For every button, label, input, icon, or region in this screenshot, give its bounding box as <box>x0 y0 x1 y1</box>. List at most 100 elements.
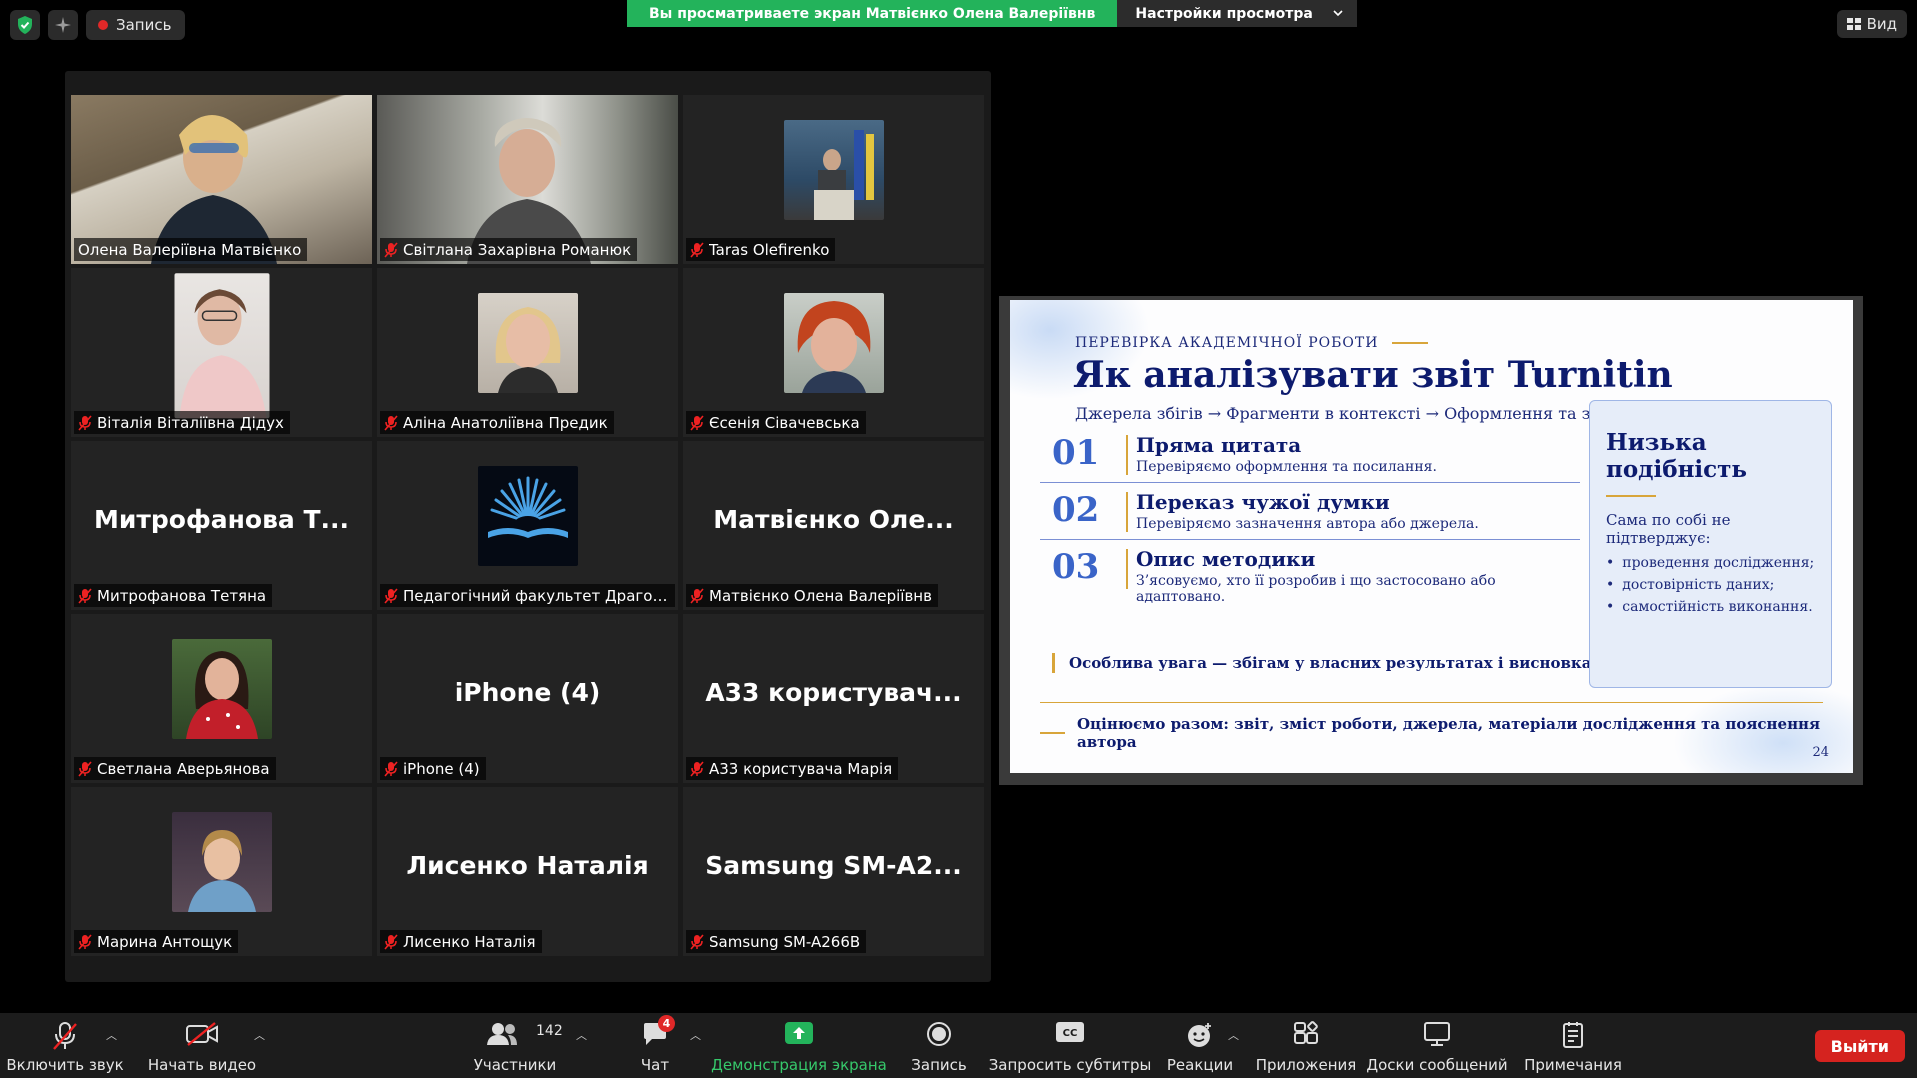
participant-photo <box>783 119 884 220</box>
participant-tile[interactable]: Світлана Захарівна Романюк <box>377 95 678 264</box>
participant-big-name: iPhone (4) <box>454 678 601 707</box>
sparkle-icon <box>55 17 71 33</box>
mic-muted-icon <box>690 414 704 431</box>
gold-divider <box>1126 435 1128 475</box>
side-box-bullet: достовірність даних; <box>1606 577 1817 593</box>
chevron-down-icon <box>1333 10 1343 17</box>
participant-photo <box>477 292 578 393</box>
start-video-button[interactable]: Начать видео <box>148 1013 256 1078</box>
record-label: Запись <box>911 1056 967 1074</box>
slide-item-description: Перевіряємо зазначення автора або джерел… <box>1136 516 1479 532</box>
view-button[interactable]: Вид <box>1836 10 1907 38</box>
share-screen-button[interactable]: Демонстрация экрана <box>711 1013 887 1078</box>
participant-tile[interactable]: Марина Антощук <box>71 787 372 956</box>
participants-button[interactable]: 142 Участники <box>470 1013 563 1078</box>
slide-item-description: Перевіряємо оформлення та посилання. <box>1136 459 1437 475</box>
participant-name: Taras Olefirenko <box>709 240 830 259</box>
mic-muted-icon <box>384 760 398 777</box>
participant-name: А33 користувача Марія <box>709 759 893 778</box>
share-banner-text: Вы просматриваете экран Матвієнко Олена … <box>627 0 1118 27</box>
ai-companion-button[interactable] <box>48 10 78 40</box>
participant-photo <box>783 292 884 393</box>
notes-button[interactable]: Примечания <box>1522 1013 1624 1078</box>
participant-name: Світлана Захарівна Романюк <box>403 240 632 259</box>
participant-tile[interactable]: Taras Olefirenko <box>683 95 984 264</box>
screen-share-banner: Вы просматриваете экран Матвієнко Олена … <box>627 0 1357 27</box>
whiteboards-label: Доски сообщений <box>1366 1056 1508 1074</box>
mic-muted-icon <box>78 414 92 431</box>
apps-icon <box>1294 1021 1318 1044</box>
shield-icon <box>18 16 32 34</box>
participant-tile[interactable]: Педагогічний факультет Драгомано... <box>377 441 678 610</box>
participant-big-name: А33 користувач... <box>705 678 962 707</box>
participant-tile[interactable]: Митрофанова Т... Митрофанова Тетяна <box>71 441 372 610</box>
participant-tile[interactable]: Светлана Аверьянова <box>71 614 372 783</box>
audio-options-caret[interactable]: ︿ <box>106 1027 118 1042</box>
slide-note: Особлива увага — збігам у власних резуль… <box>1052 653 1600 673</box>
reactions-button[interactable]: Реакции <box>1164 1013 1236 1078</box>
participant-tile[interactable]: Олена Валеріївна Матвієнко <box>71 95 372 264</box>
participant-name-tag: Аліна Анатоліївна Предик <box>380 411 614 434</box>
participant-photo <box>174 272 269 418</box>
reactions-label: Реакции <box>1166 1056 1234 1074</box>
participant-name-tag: Samsung SM-A266B <box>686 930 867 953</box>
participant-tile[interactable]: Віталія Віталіївна Дідух <box>71 268 372 437</box>
reactions-options-caret[interactable]: ︿ <box>1228 1027 1240 1042</box>
participants-label: Участники <box>473 1056 557 1074</box>
video-options-caret[interactable]: ︿ <box>254 1027 266 1042</box>
view-settings-label: Настройки просмотра <box>1135 5 1313 22</box>
record-button[interactable]: Запись <box>904 1013 974 1078</box>
participant-name-tag: Віталія Віталіївна Дідух <box>74 411 290 434</box>
slide-item-number: 02 <box>1052 490 1100 530</box>
slide-side-box: Низька подібність Сама по собі не підтве… <box>1589 400 1832 688</box>
security-shield-button[interactable] <box>10 10 40 40</box>
whiteboards-button[interactable]: Доски сообщений <box>1366 1013 1508 1078</box>
participants-icon <box>487 1023 518 1045</box>
smiley-icon <box>1188 1023 1211 1047</box>
mic-muted-icon <box>690 587 704 604</box>
participant-name-tag: Светлана Аверьянова <box>74 757 276 780</box>
slide-item-heading: Опис методики <box>1136 547 1316 571</box>
participant-big-name: Лисенко Наталія <box>406 851 649 880</box>
record-icon <box>927 1022 951 1046</box>
participant-tile[interactable]: Лисенко Наталія Лисенко Наталія <box>377 787 678 956</box>
participant-tile[interactable]: Аліна Анатоліївна Предик <box>377 268 678 437</box>
leave-button[interactable]: Выйти <box>1814 1030 1905 1062</box>
gold-divider <box>1126 492 1128 532</box>
slide-footer-text: Оцінюємо разом: звіт, зміст роботи, джер… <box>1076 715 1821 751</box>
chat-button[interactable]: 4 Чат <box>622 1013 688 1078</box>
mic-muted-icon <box>384 414 398 431</box>
apps-button[interactable]: Приложения <box>1256 1013 1356 1078</box>
mic-muted-icon <box>78 587 92 604</box>
slide-item-heading: Пряма цитата <box>1136 433 1302 457</box>
apps-label: Приложения <box>1255 1056 1357 1074</box>
shared-slide[interactable]: ПЕРЕВІРКА АКАДЕМІЧНОЇ РОБОТИ Як аналізув… <box>1010 300 1853 773</box>
mic-muted-icon <box>384 933 398 950</box>
gold-rule <box>1606 495 1656 497</box>
view-settings-dropdown[interactable]: Настройки просмотра <box>1117 0 1357 27</box>
participant-tile[interactable]: Матвієнко Оле... Матвієнко Олена Валерії… <box>683 441 984 610</box>
mic-muted-icon <box>53 1022 77 1050</box>
gold-rule <box>1040 732 1065 734</box>
participant-tile[interactable]: Samsung SM-A2... Samsung SM-A266B <box>683 787 984 956</box>
participant-tile[interactable]: iPhone (4) iPhone (4) <box>377 614 678 783</box>
record-dot-icon <box>98 20 108 30</box>
mic-muted-icon <box>384 587 398 604</box>
recording-indicator[interactable]: Запись <box>86 10 186 40</box>
recording-label: Запись <box>116 16 172 34</box>
chat-options-caret[interactable]: ︿ <box>690 1027 702 1042</box>
side-box-lead: Сама по собі не підтверджує: <box>1606 511 1731 547</box>
mic-muted-icon <box>78 760 92 777</box>
request-captions-button[interactable]: CC Запросить субтитры <box>989 1013 1151 1078</box>
slide-item-number: 01 <box>1052 433 1100 473</box>
participant-name: Марина Антощук <box>97 932 233 951</box>
participant-name: Педагогічний факультет Драгомано... <box>403 586 669 605</box>
participant-tile[interactable]: Єсенія Сівачевська <box>683 268 984 437</box>
participant-tile[interactable]: А33 користувач... А33 користувача Марія <box>683 614 984 783</box>
mic-muted-icon <box>690 760 704 777</box>
slide-page-number: 24 <box>1812 745 1829 760</box>
side-box-bullet: самостійність виконання. <box>1606 599 1817 615</box>
participants-options-caret[interactable]: ︿ <box>576 1027 588 1042</box>
unmute-button[interactable]: Включить звук <box>6 1013 124 1078</box>
participant-name: Светлана Аверьянова <box>97 759 270 778</box>
